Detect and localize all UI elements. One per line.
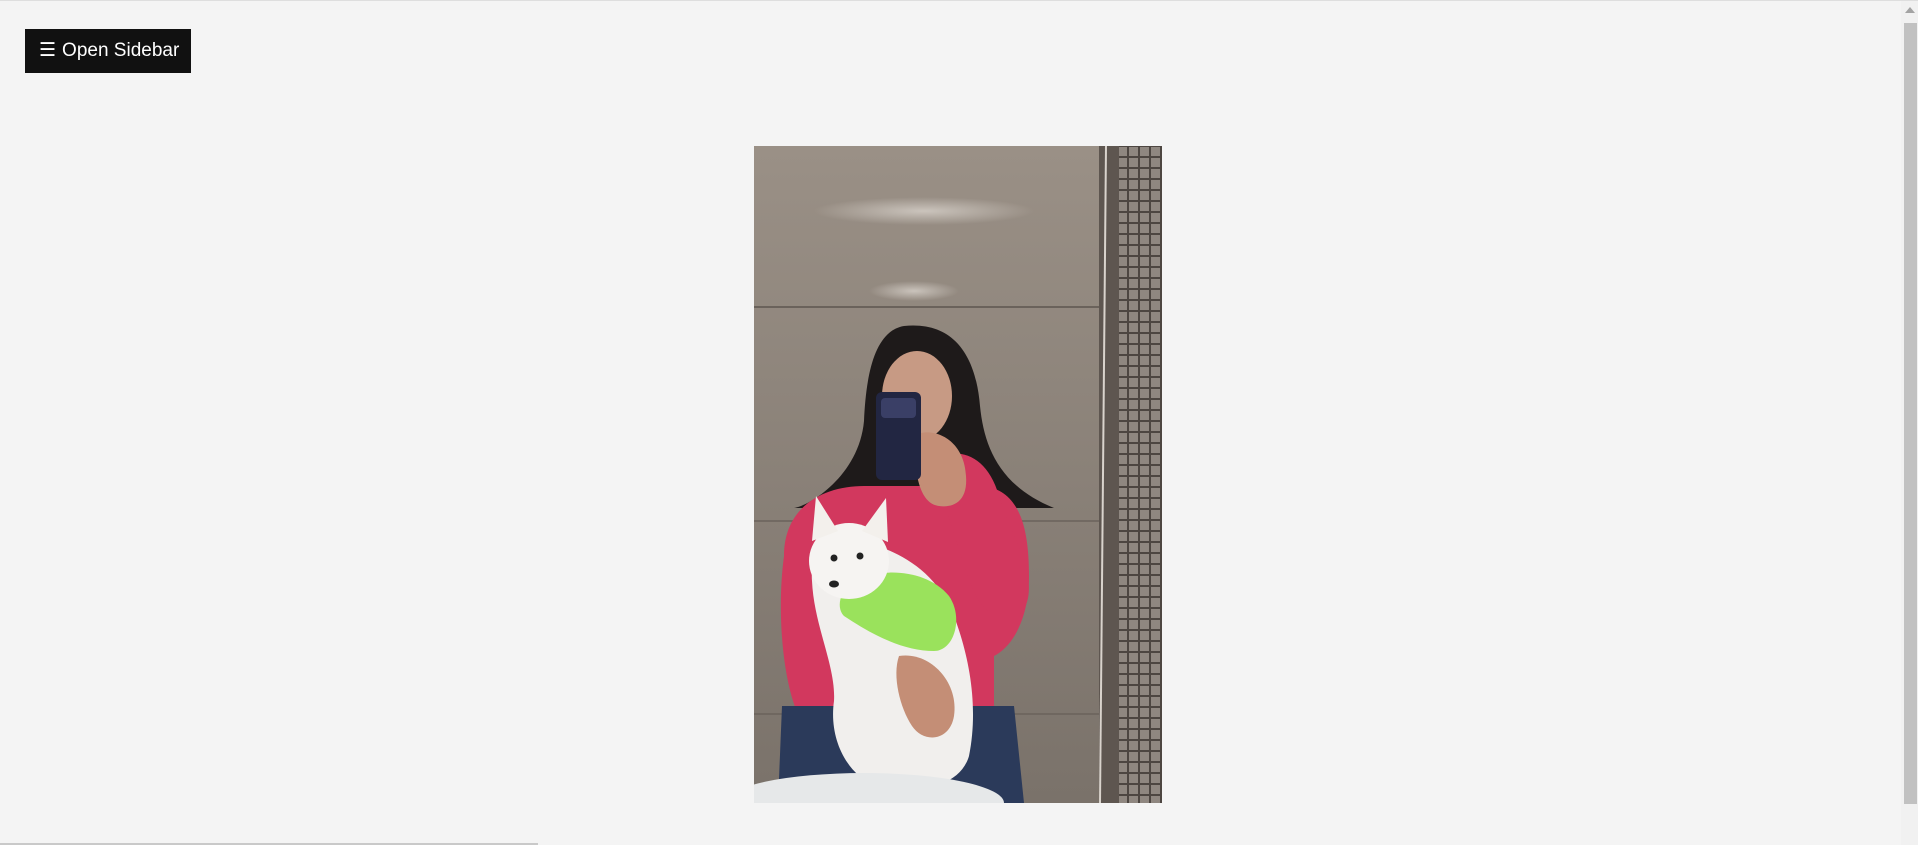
page-viewport: ☰ Open Sidebar	[0, 0, 1918, 845]
open-sidebar-label: Open Sidebar	[62, 40, 180, 61]
vertical-scrollbar[interactable]	[1901, 1, 1918, 845]
main-photo	[754, 146, 1162, 803]
scrollbar-thumb[interactable]	[1904, 23, 1917, 804]
photo-illustration	[754, 146, 1162, 803]
hamburger-icon: ☰	[39, 40, 57, 61]
open-sidebar-button[interactable]: ☰ Open Sidebar	[25, 29, 191, 73]
scroll-up-arrow-icon[interactable]	[1905, 7, 1915, 13]
